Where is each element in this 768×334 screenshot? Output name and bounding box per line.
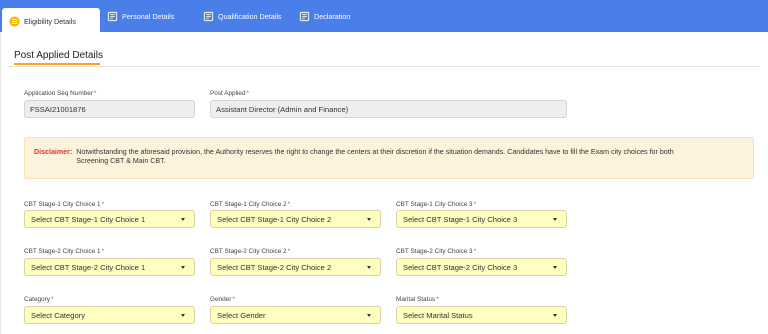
category-select[interactable]: Select Category [24,306,195,324]
tab-eligibility-details[interactable]: Eligibility Details [2,8,100,34]
required-mark: * [473,248,477,255]
caret-down-icon [367,314,371,317]
disclaimer-text-line2: Screening CBT & Main CBT. [76,157,166,165]
select-value: Select CBT Stage-2 City Choice 2 [217,262,332,272]
required-mark: * [50,296,54,303]
gender-select[interactable]: Select Gender [210,306,381,324]
required-mark: * [287,248,291,255]
select-value: Select CBT Stage-1 City Choice 1 [31,214,146,224]
select-value: Select Marital Status [403,310,473,320]
required-mark: * [101,201,105,208]
document-icon [299,11,310,22]
required-mark: * [473,201,477,208]
stage2-choice2-label: CBT Stage-2 City Choice 2* [210,248,291,255]
section-title: Post Applied Details [14,50,103,61]
tab-qualification-details[interactable]: Qualification Details [203,0,282,32]
select-value: Select CBT Stage-1 City Choice 3 [403,214,518,224]
stage2-choice3-label: CBT Stage-2 City Choice 3* [396,248,477,255]
caret-down-icon [553,266,557,269]
caret-down-icon [367,266,371,269]
disclaimer-heading: Disclaimer: [34,148,73,156]
select-value: Select Category [31,310,86,320]
tab-label: Declaration [314,11,351,21]
required-mark: * [101,248,105,255]
select-value: Select CBT Stage-2 City Choice 1 [31,262,146,272]
marital-status-label: Marital Status* [396,296,439,303]
required-mark: * [436,296,439,303]
title-underline [14,63,100,65]
stage2-choice1-label: CBT Stage-2 City Choice 1* [24,248,105,255]
caret-down-icon [181,266,185,269]
tab-label: Qualification Details [218,11,282,21]
required-mark: * [287,201,291,208]
stage1-choice2-select[interactable]: Select CBT Stage-1 City Choice 2 [210,210,381,228]
select-value: Select Gender [217,310,266,320]
caret-down-icon [181,218,185,221]
stage2-choice2-select[interactable]: Select CBT Stage-2 City Choice 2 [210,258,381,276]
stage1-choice1-label: CBT Stage-1 City Choice 1* [24,201,105,208]
select-value: Select CBT Stage-1 City Choice 2 [217,214,332,224]
marital-status-select[interactable]: Select Marital Status [396,306,567,324]
disclaimer-text-line1: Notwithstanding the aforesaid provision,… [76,148,674,156]
stage2-choice1-select[interactable]: Select CBT Stage-2 City Choice 1 [24,258,195,276]
caret-down-icon [553,218,557,221]
stage1-choice2-label: CBT Stage-1 City Choice 2* [210,201,291,208]
stage2-choice3-select[interactable]: Select CBT Stage-2 City Choice 3 [396,258,567,276]
post-applied-field: Assistant Director (Admin and Finance) [210,100,567,118]
stage1-choice3-label: CBT Stage-1 City Choice 3* [396,201,477,208]
document-icon [203,11,214,22]
tab-bar: Eligibility Details Personal Details Qua… [0,0,768,34]
application-seq-label: Application Seq Number* [24,90,97,97]
required-mark: * [246,90,250,97]
stage1-choice3-select[interactable]: Select CBT Stage-1 City Choice 3 [396,210,567,228]
caret-down-icon [553,314,557,317]
tab-label: Personal Details [122,11,175,21]
post-applied-label: Post Applied* [210,90,250,97]
form-panel [0,32,768,334]
stage1-choice1-select[interactable]: Select CBT Stage-1 City Choice 1 [24,210,195,228]
required-mark: * [93,90,97,97]
tab-personal-details[interactable]: Personal Details [107,0,174,32]
tab-declaration[interactable]: Declaration [299,0,350,32]
gender-label: Gender* [210,296,235,303]
document-icon [107,11,118,22]
application-seq-field: FSSAI21001876 [24,100,195,118]
select-value: Select CBT Stage-2 City Choice 3 [403,262,518,272]
category-label: Category* [24,296,54,303]
list-circle-icon [9,15,20,27]
tab-label: Eligibility Details [24,16,76,26]
section-divider [8,66,760,67]
caret-down-icon [181,314,185,317]
caret-down-icon [367,218,371,221]
disclaimer-box: Disclaimer: Notwithstanding the aforesai… [24,137,754,179]
required-mark: * [232,296,235,303]
